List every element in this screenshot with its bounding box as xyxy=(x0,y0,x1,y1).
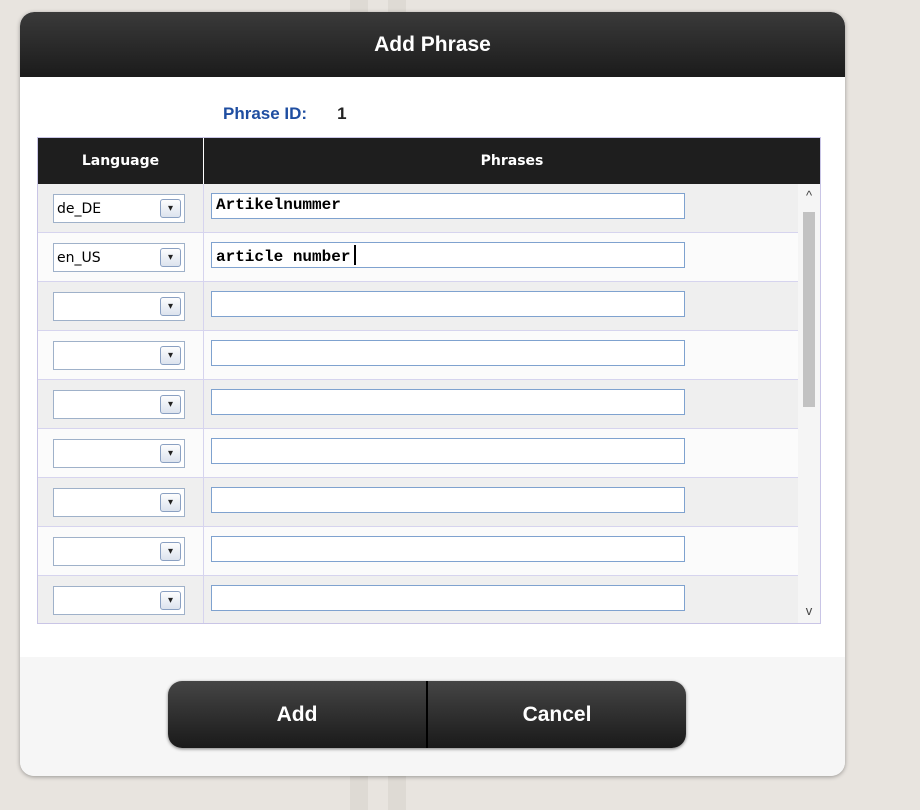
phrase-cell xyxy=(204,380,820,428)
chevron-down-icon[interactable]: ▾ xyxy=(160,199,181,218)
table-row: ▾ xyxy=(38,380,820,429)
phrase-cell xyxy=(204,527,820,575)
phrase-input[interactable] xyxy=(211,536,685,562)
phrase-input[interactable] xyxy=(211,585,685,611)
language-cell: ▾ xyxy=(38,576,204,623)
phrases-column-header: Phrases xyxy=(480,153,544,169)
language-select[interactable]: de_DE ▾ xyxy=(53,194,185,223)
language-cell: ▾ xyxy=(38,380,204,428)
phrase-cell: Artikelnummer xyxy=(204,184,820,232)
language-cell: ▾ xyxy=(38,527,204,575)
phrase-input[interactable] xyxy=(211,487,685,513)
phrase-input-value: Artikelnummer xyxy=(216,196,341,214)
language-select[interactable]: ▾ xyxy=(53,488,185,517)
phrase-cell xyxy=(204,478,820,526)
language-select[interactable]: ▾ xyxy=(53,341,185,370)
scroll-thumb[interactable] xyxy=(803,212,815,407)
text-cursor xyxy=(354,245,357,265)
add-button[interactable]: Add xyxy=(168,681,426,748)
grid-scrollbar[interactable]: ^ v xyxy=(798,184,820,623)
table-row: ▾ xyxy=(38,331,820,380)
phrase-input[interactable] xyxy=(211,438,685,464)
phrase-cell xyxy=(204,429,820,477)
scroll-down-arrow-icon[interactable]: v xyxy=(798,600,820,622)
chevron-down-icon[interactable]: ▾ xyxy=(160,542,181,561)
phrase-input[interactable]: article number xyxy=(211,242,685,268)
language-cell: ▾ xyxy=(38,429,204,477)
chevron-down-icon[interactable]: ▾ xyxy=(160,444,181,463)
chevron-down-icon[interactable]: ▾ xyxy=(160,493,181,512)
grid-header: Language Phrases xyxy=(38,138,820,184)
table-row: ▾ xyxy=(38,527,820,576)
phrase-id-display: Phrase ID: 1 xyxy=(223,104,347,124)
phrase-cell xyxy=(204,282,820,330)
table-row: ▾ xyxy=(38,282,820,331)
phrase-input-value: article number xyxy=(216,248,351,266)
chevron-down-icon[interactable]: ▾ xyxy=(160,346,181,365)
language-select[interactable]: ▾ xyxy=(53,537,185,566)
language-select-value: en_US xyxy=(57,250,101,266)
add-phrase-dialog: Add Phrase Phrase ID: 1 Language Phrases … xyxy=(20,12,845,776)
phrase-input[interactable] xyxy=(211,340,685,366)
action-button-group: Add Cancel xyxy=(168,681,686,748)
language-select[interactable]: ▾ xyxy=(53,586,185,615)
dialog-title: Add Phrase xyxy=(374,32,491,56)
table-row: en_US ▾ article number xyxy=(38,233,820,282)
chevron-down-icon[interactable]: ▾ xyxy=(160,395,181,414)
phrase-input[interactable]: Artikelnummer xyxy=(211,193,685,219)
cancel-button[interactable]: Cancel xyxy=(426,681,686,748)
table-row: ▾ xyxy=(38,576,820,623)
language-cell: en_US ▾ xyxy=(38,233,204,281)
phrase-cell xyxy=(204,576,820,623)
chevron-down-icon[interactable]: ▾ xyxy=(160,248,181,267)
language-select-value: de_DE xyxy=(57,201,102,217)
language-cell: ▾ xyxy=(38,282,204,330)
chevron-down-icon[interactable]: ▾ xyxy=(160,591,181,610)
phrase-cell xyxy=(204,331,820,379)
phrase-input[interactable] xyxy=(211,291,685,317)
language-select[interactable]: en_US ▾ xyxy=(53,243,185,272)
phrase-grid: Language Phrases de_DE ▾ Artikelnummer en_U… xyxy=(37,137,821,624)
scroll-up-arrow-icon[interactable]: ^ xyxy=(798,185,820,207)
chevron-down-icon[interactable]: ▾ xyxy=(160,297,181,316)
phrase-input[interactable] xyxy=(211,389,685,415)
table-row: de_DE ▾ Artikelnummer xyxy=(38,184,820,233)
language-select[interactable]: ▾ xyxy=(53,439,185,468)
table-row: ▾ xyxy=(38,478,820,527)
phrase-id-value: 1 xyxy=(337,104,347,123)
language-cell: de_DE ▾ xyxy=(38,184,204,232)
language-column-header: Language xyxy=(38,138,204,184)
phrase-cell: article number xyxy=(204,233,820,281)
phrase-id-label: Phrase ID: xyxy=(223,104,308,123)
language-cell: ▾ xyxy=(38,331,204,379)
language-select[interactable]: ▾ xyxy=(53,390,185,419)
table-row: ▾ xyxy=(38,429,820,478)
dialog-titlebar: Add Phrase xyxy=(20,12,845,77)
grid-rows: de_DE ▾ Artikelnummer en_US ▾ article number ▾… xyxy=(38,184,820,623)
language-cell: ▾ xyxy=(38,478,204,526)
language-select[interactable]: ▾ xyxy=(53,292,185,321)
